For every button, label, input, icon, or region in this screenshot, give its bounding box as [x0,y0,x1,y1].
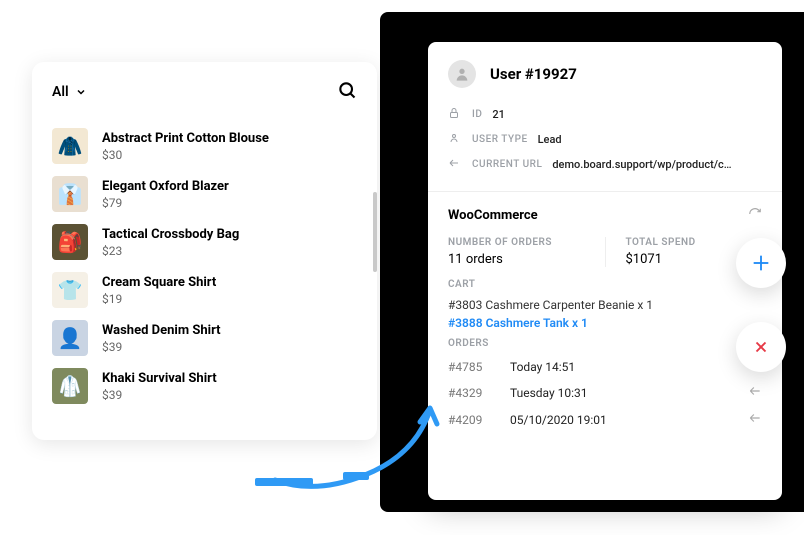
product-name: Cream Square Shirt [102,275,216,290]
product-thumb: 🧥 [52,128,88,164]
filter-dropdown[interactable]: All [52,84,87,100]
order-id: #4329 [448,386,496,400]
order-id: #4785 [448,360,496,374]
product-price: $19 [102,292,216,306]
product-price: $30 [102,148,269,162]
order-id: #4209 [448,413,496,427]
product-name: Khaki Survival Shirt [102,371,217,386]
order-time: Today 14:51 [510,360,748,374]
filter-label: All [52,84,69,100]
product-price: $23 [102,244,239,258]
product-row[interactable]: 🎒 Tactical Crossbody Bag $23 [48,218,361,266]
refresh-button[interactable] [748,206,762,225]
cart-line: #3803 Cashmere Carpenter Beanie x 1 [448,296,762,314]
product-thumb: 🥼 [52,368,88,404]
share-icon [448,157,460,169]
product-thumb: 🎒 [52,224,88,260]
product-row[interactable]: 👔 Elegant Oxford Blazer $79 [48,170,361,218]
user-detail-panel: User #19927 ID 21 USER TYPE Lead CURRENT… [428,42,782,500]
stat-orders: NUMBER OF ORDERS 11 orders [448,237,606,267]
user-title: User #19927 [490,65,577,83]
arrow-icon [748,411,762,425]
order-row[interactable]: #4329 Tuesday 10:31 [448,379,762,406]
search-button[interactable] [337,80,357,104]
product-name: Elegant Oxford Blazer [102,179,229,194]
person-icon [448,132,460,144]
search-icon [337,80,357,100]
product-price: $79 [102,196,229,210]
close-button[interactable] [736,322,786,372]
product-thumb: 👔 [52,176,88,212]
product-row[interactable]: 👤 Washed Denim Shirt $39 [48,314,361,362]
orders-label: ORDERS [448,338,762,349]
product-row[interactable]: 👕 Cream Square Shirt $19 [48,266,361,314]
product-name: Abstract Print Cotton Blouse [102,131,269,146]
product-name: Washed Denim Shirt [102,323,221,338]
plus-icon [750,252,772,274]
cart-label: CART [448,279,762,290]
order-row[interactable]: #4785 Today 14:51 [448,355,762,379]
product-row[interactable]: 🥼 Khaki Survival Shirt $39 [48,362,361,410]
woo-title: WooCommerce [448,208,538,223]
arrow-icon [748,384,762,398]
scrollbar[interactable] [373,192,377,272]
meta-id: ID 21 [448,102,762,127]
chevron-down-icon [75,86,87,98]
product-search-panel: All 🧥 Abstract Print Cotton Blouse $30 👔… [32,62,377,440]
order-time: 05/10/2020 19:01 [510,413,734,427]
user-icon [454,66,470,82]
product-name: Tactical Crossbody Bag [102,227,239,242]
product-thumb: 👤 [52,320,88,356]
product-thumb: 👕 [52,272,88,308]
add-button[interactable] [736,238,786,288]
product-price: $39 [102,340,221,354]
order-row[interactable]: #4209 05/10/2020 19:01 [448,406,762,433]
product-price: $39 [102,388,217,402]
lock-icon [448,107,460,119]
meta-user-type: USER TYPE Lead [448,127,762,152]
refresh-icon [748,207,762,221]
meta-current-url[interactable]: CURRENT URL demo.board.support/wp/produc… [448,152,762,177]
cart-line[interactable]: #3888 Cashmere Tank x 1 [448,314,762,332]
close-icon [752,338,770,356]
order-time: Tuesday 10:31 [510,386,734,400]
avatar [448,60,476,88]
product-row[interactable]: 🧥 Abstract Print Cotton Blouse $30 [48,122,361,170]
